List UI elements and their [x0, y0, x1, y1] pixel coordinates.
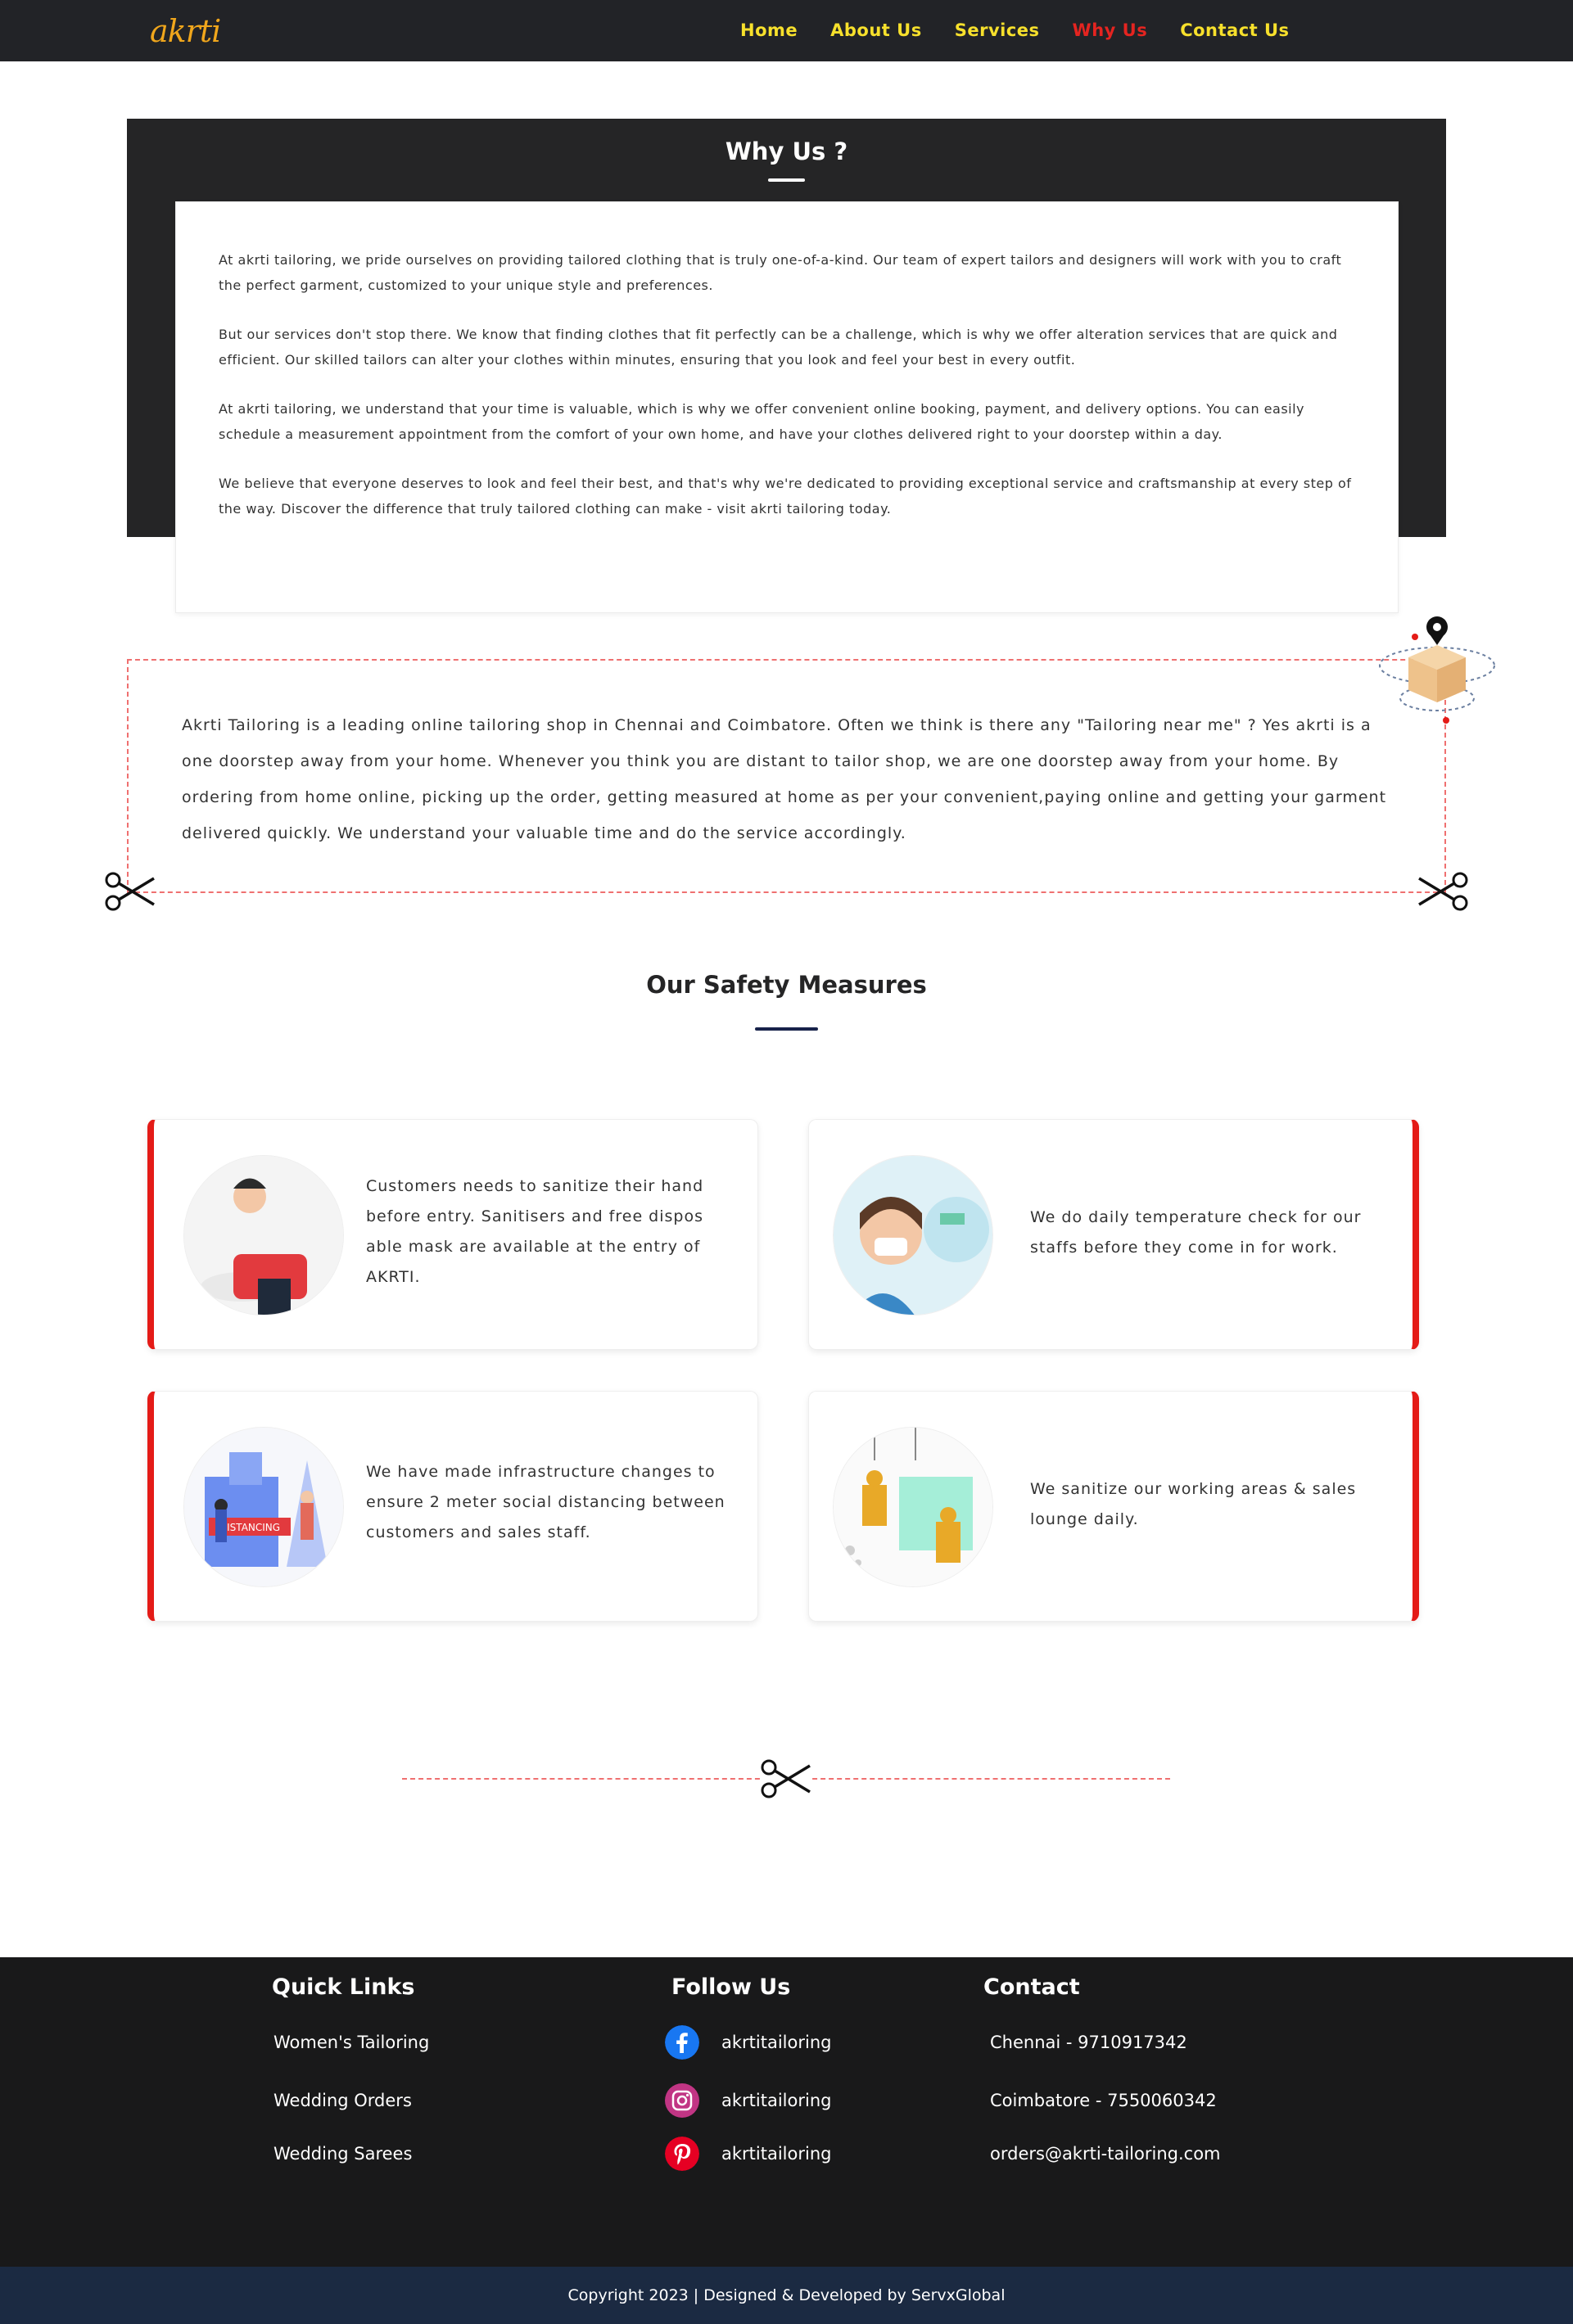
copyright-bar: Copyright 2023 | Designed & Developed by…	[0, 2267, 1573, 2324]
scissors-icon	[105, 872, 155, 911]
nav-home-link[interactable]: Home	[740, 18, 798, 43]
pinterest-icon[interactable]	[665, 2137, 699, 2171]
main-menu: Home About Us Services Why Us Contact Us	[740, 18, 1290, 43]
intro-dashed-box: Akrti Tailoring is a leading online tail…	[127, 659, 1446, 893]
instagram-handle-link[interactable]: akrtitailoring	[721, 2088, 831, 2113]
contact-email[interactable]: orders@akrti-tailoring.com	[990, 2141, 1221, 2166]
contact-coimbatore-phone[interactable]: Coimbatore - 7550060342	[990, 2088, 1217, 2113]
safety-card-temperature: We do daily temperature check for our st…	[808, 1119, 1419, 1350]
why-us-underline	[768, 178, 805, 182]
safety-underline	[755, 1027, 818, 1031]
temperature-check-illustration	[833, 1155, 993, 1315]
nav-about-link[interactable]: About Us	[830, 18, 922, 43]
intro-text: Akrti Tailoring is a leading online tail…	[182, 716, 1387, 842]
nav-why-us-link[interactable]: Why Us	[1073, 18, 1148, 43]
hand-washing-illustration	[183, 1155, 344, 1315]
scissors-icon	[1418, 872, 1468, 911]
top-navbar: akrti Home About Us Services Why Us Cont…	[0, 0, 1573, 61]
copyright-text: Copyright 2023 | Designed & Developed by…	[567, 2286, 1006, 2304]
why-us-paragraph: We believe that everyone deserves to loo…	[219, 476, 1352, 517]
facebook-icon[interactable]	[665, 2025, 699, 2060]
safety-card-text: Customers needs to sanitize their hand b…	[366, 1177, 704, 1286]
safety-card-distancing: DISTANCING We have made infrastructure c…	[147, 1391, 758, 1622]
safety-card-text: We sanitize our working areas & sales lo…	[1030, 1480, 1357, 1528]
scissors-icon	[761, 1759, 811, 1798]
why-us-title: Why Us ?	[725, 138, 848, 165]
why-us-card: At akrti tailoring, we pride ourselves o…	[175, 201, 1399, 613]
distancing-badge: DISTANCING	[219, 1522, 280, 1533]
safety-card-sanitizing: We sanitize our working areas & sales lo…	[808, 1391, 1419, 1622]
safety-card-sanitize: Customers needs to sanitize their hand b…	[147, 1119, 758, 1350]
footer-link-wedding-orders[interactable]: Wedding Orders	[273, 2088, 412, 2113]
contact-chennai-phone[interactable]: Chennai - 9710917342	[990, 2030, 1187, 2055]
pinterest-handle-link[interactable]: akrtitailoring	[721, 2141, 831, 2166]
facebook-handle-link[interactable]: akrtitailoring	[721, 2030, 831, 2055]
delivery-box-icon	[1379, 616, 1495, 724]
safety-card-text: We do daily temperature check for our st…	[1030, 1208, 1362, 1257]
instagram-icon[interactable]	[665, 2083, 699, 2118]
sanitizing-illustration	[833, 1427, 993, 1587]
quick-links-title: Quick Links	[272, 1974, 415, 2000]
why-us-paragraph: But our services don't stop there. We kn…	[219, 327, 1338, 368]
why-us-paragraph: At akrti tailoring, we understand that y…	[219, 401, 1305, 442]
brand-logo[interactable]: akrti	[150, 13, 221, 49]
why-us-paragraph: At akrti tailoring, we pride ourselves o…	[219, 252, 1342, 293]
footer-link-womens-tailoring[interactable]: Women's Tailoring	[273, 2030, 429, 2055]
contact-title: Contact	[983, 1974, 1080, 2000]
safety-card-text: We have made infrastructure changes to e…	[366, 1463, 725, 1541]
footer-link-wedding-sarees[interactable]: Wedding Sarees	[273, 2141, 412, 2166]
nav-services-link[interactable]: Services	[955, 18, 1040, 43]
safety-title: Our Safety Measures	[646, 971, 927, 999]
social-distancing-illustration: DISTANCING	[183, 1427, 344, 1587]
follow-us-title: Follow Us	[671, 1974, 791, 2000]
nav-contact-link[interactable]: Contact Us	[1180, 18, 1289, 43]
